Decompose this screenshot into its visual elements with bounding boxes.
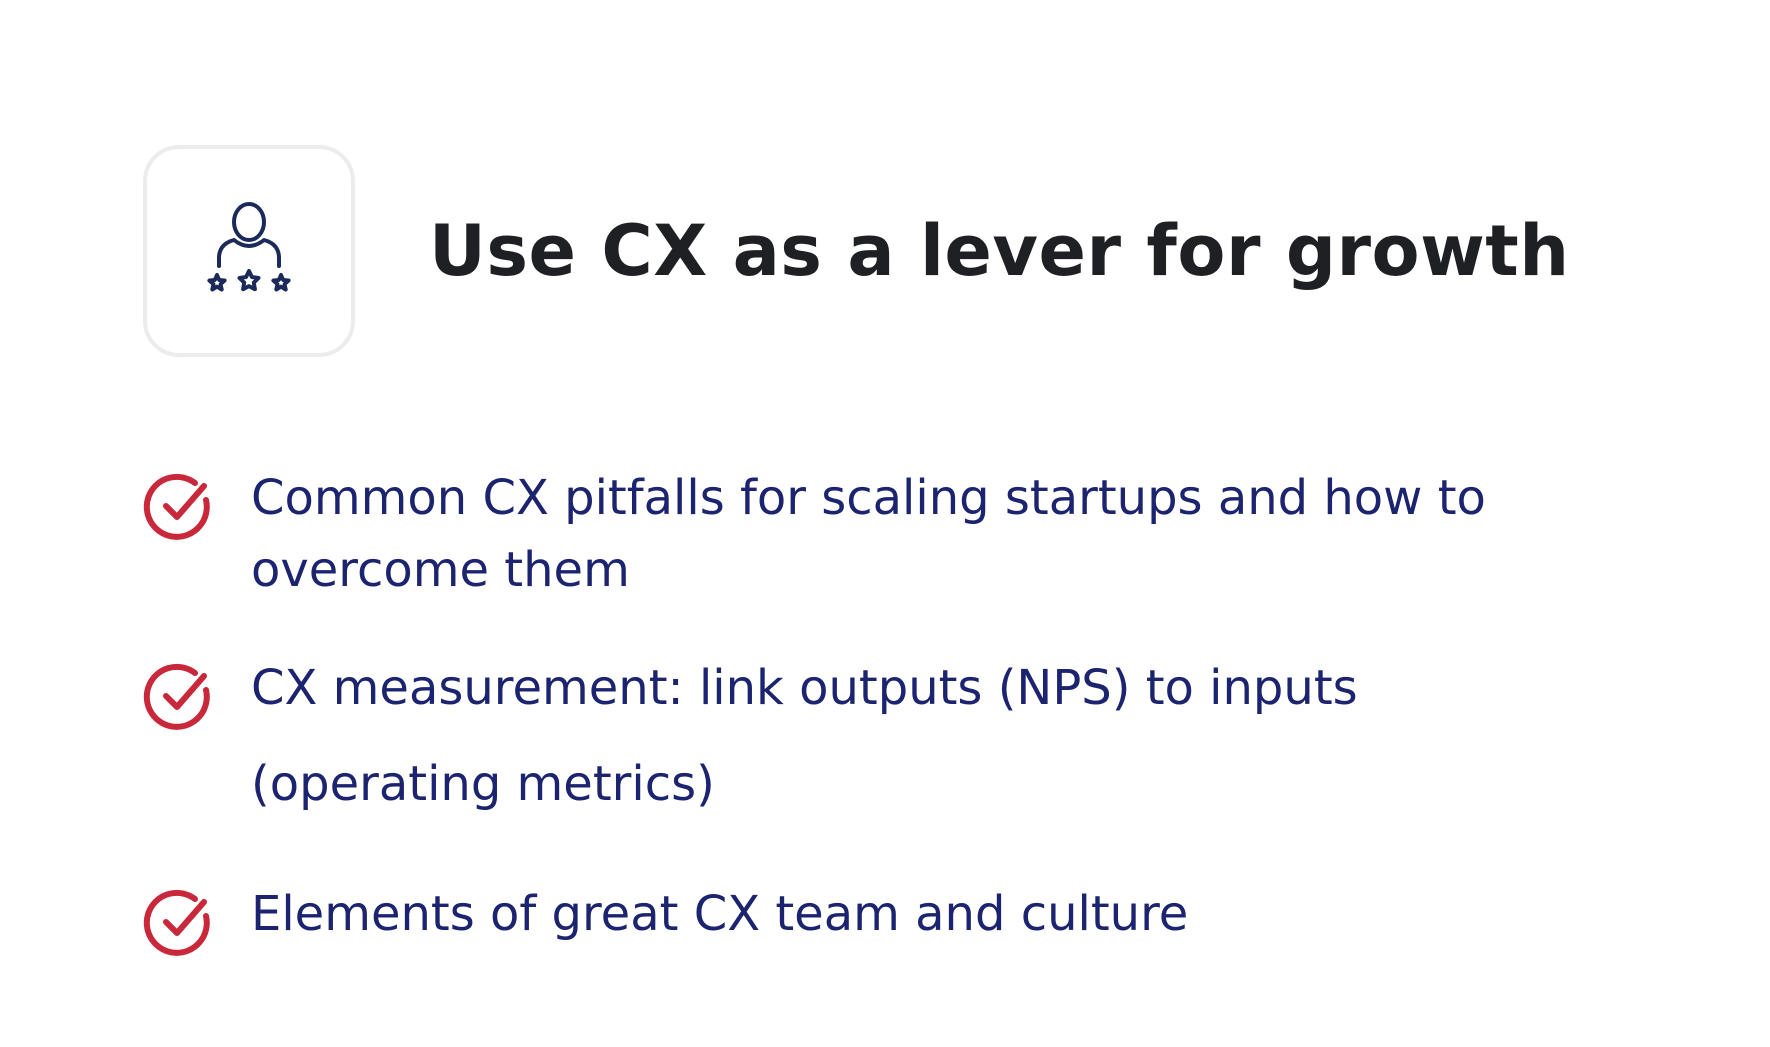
check-circle-icon [143, 470, 215, 542]
icon-tile [143, 145, 355, 357]
page-title: Use CX as a lever for growth [429, 210, 1570, 292]
header: Use CX as a lever for growth [143, 145, 1570, 357]
check-circle-icon [143, 660, 215, 732]
check-circle-icon [143, 886, 215, 958]
list-item-text: Common CX pitfalls for scaling startups … [251, 470, 1486, 598]
list-item: Elements of great CX team and culture [143, 878, 1643, 958]
customer-rating-icon [207, 202, 291, 292]
list-item-text: Elements of great CX team and culture [251, 886, 1189, 942]
benefits-list: Common CX pitfalls for scaling startups … [143, 462, 1643, 958]
list-item: Common CX pitfalls for scaling startups … [143, 462, 1643, 606]
list-item-text: CX measurement: link outputs (NPS) to in… [251, 660, 1358, 812]
list-item: CX measurement: link outputs (NPS) to in… [143, 652, 1643, 832]
